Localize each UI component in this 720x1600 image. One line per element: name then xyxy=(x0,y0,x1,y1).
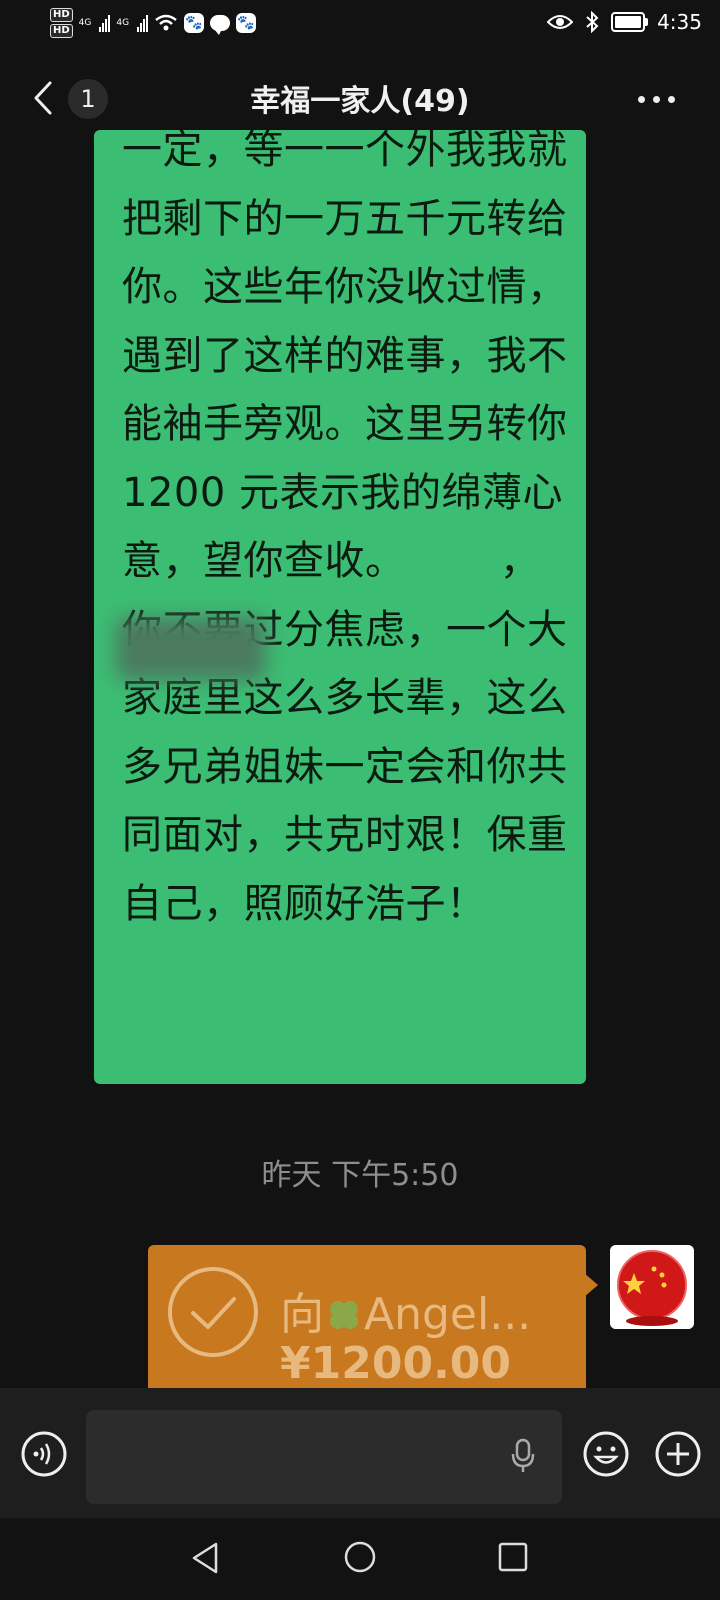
triangle-back-icon xyxy=(192,1542,218,1574)
clover-icon xyxy=(330,1301,358,1329)
transfer-prefix: 向 xyxy=(280,1289,324,1340)
more-options-button[interactable] xyxy=(638,92,682,106)
transfer-amount: ¥1200.00 xyxy=(280,1338,512,1389)
baidu-icon: 🐾 xyxy=(184,13,205,33)
message-icon xyxy=(210,15,231,35)
hd-label: HD xyxy=(50,24,73,38)
network-type: 4G xyxy=(116,18,130,28)
bluetooth-icon xyxy=(586,11,599,33)
dot-icon xyxy=(638,95,645,103)
voice-icon xyxy=(21,1431,67,1477)
message-bubble[interactable]: 一定，等一一个外我我就把剩下的一万五千元转给你。这些年你没收过情，遇到了这样的难… xyxy=(94,130,586,1084)
check-circle-icon xyxy=(166,1265,260,1359)
dot-icon xyxy=(668,95,675,103)
message-text: 一定，等一一个外我我就把剩下的一万五千元转给你。这些年你没收过情，遇到了这样的难… xyxy=(122,130,568,927)
transfer-name: Angel... xyxy=(364,1289,532,1340)
plus-icon xyxy=(655,1431,701,1477)
square-recents-icon xyxy=(498,1542,528,1572)
message-timestamp: 昨天 下午5:50 xyxy=(261,1158,459,1193)
emoji-button[interactable] xyxy=(582,1430,630,1478)
hd-icon: HD HD xyxy=(50,8,73,38)
blurred-name xyxy=(116,618,266,680)
eye-icon xyxy=(547,15,574,29)
status-time: 4:35 xyxy=(657,10,702,34)
smiley-icon xyxy=(583,1431,629,1477)
hd-label: HD xyxy=(50,8,73,22)
battery-icon xyxy=(611,12,649,32)
transfer-recipient: 向 Angel... xyxy=(280,1278,531,1342)
bubble-tail xyxy=(584,1273,598,1297)
nav-back-button[interactable] xyxy=(188,1540,222,1576)
baidu-icon: 🐾 xyxy=(236,13,257,33)
network-type: 4G xyxy=(78,18,92,28)
status-right: 4:35 xyxy=(547,10,702,34)
wifi-icon xyxy=(155,14,177,31)
nav-recents-button[interactable] xyxy=(497,1541,529,1573)
avatar[interactable] xyxy=(610,1245,694,1329)
chat-title: 幸福一家人(49) xyxy=(250,84,470,119)
more-functions-button[interactable] xyxy=(654,1430,702,1478)
nav-home-button[interactable] xyxy=(343,1540,377,1574)
status-left: HD HD 4G 4G 🐾 🐾 xyxy=(50,8,257,38)
signal-icon xyxy=(99,14,111,32)
circle-home-icon xyxy=(344,1541,376,1573)
dot-icon xyxy=(653,95,660,103)
message-input[interactable] xyxy=(86,1410,562,1504)
voice-mode-button[interactable] xyxy=(20,1430,68,1478)
signal-icon xyxy=(137,14,149,32)
mic-icon[interactable] xyxy=(510,1438,536,1474)
